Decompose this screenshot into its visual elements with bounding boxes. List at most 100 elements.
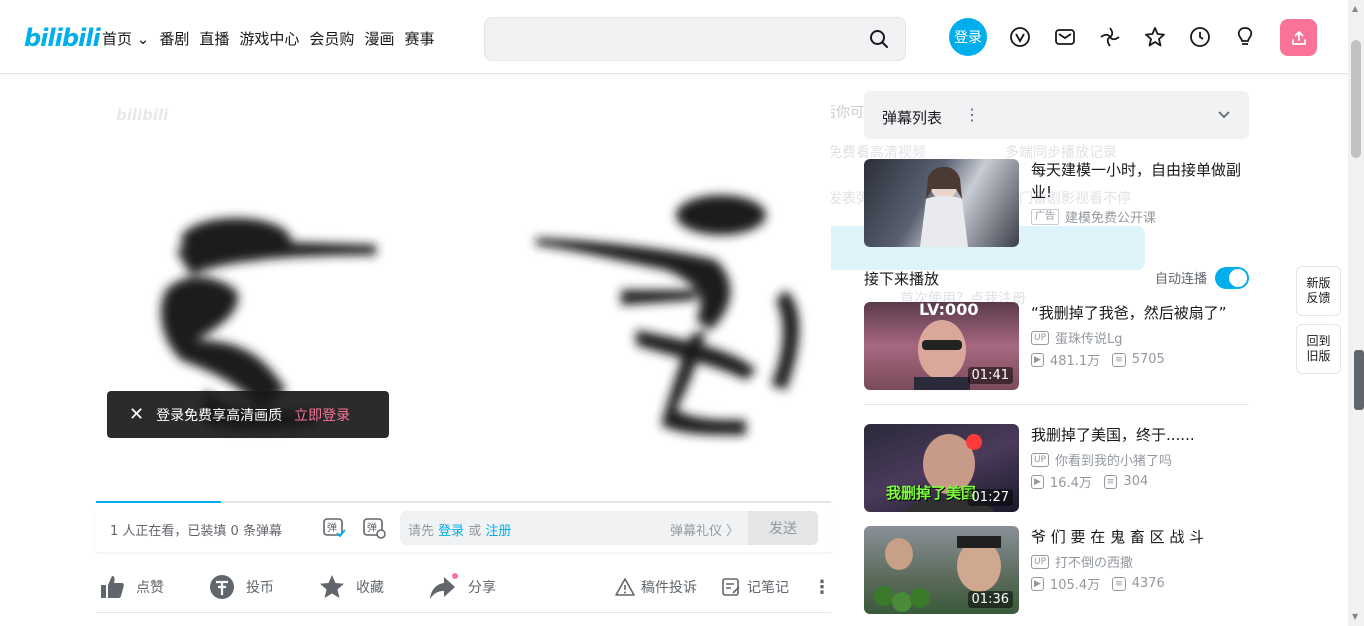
video-frame [161, 195, 800, 435]
play-count-icon: ▶ [1031, 352, 1044, 367]
viewer-count: 1 人正在看，已装填 0 条弹幕 [110, 524, 282, 539]
favorite-label: 收藏 [356, 580, 384, 596]
video-1-thumb-text: LV:000 [919, 302, 979, 319]
favorite-button[interactable]: 收藏 [318, 573, 384, 601]
share-button[interactable]: 分享 [428, 573, 496, 601]
autoplay-label: 自动连播 [1155, 272, 1208, 287]
side-scroll-widget[interactable] [1354, 350, 1364, 410]
up-icon: UP [1031, 554, 1050, 569]
nav-mall[interactable]: 会员购 [309, 28, 354, 49]
ad-card[interactable]: 每天建模一小时，自由接单做副业! 广告 建模免费公开课 [864, 159, 1249, 247]
video-2-danmaku: 304 [1123, 474, 1149, 489]
search-input[interactable] [484, 17, 906, 61]
scrollbar-thumb[interactable] [1351, 40, 1361, 158]
danmaku-input[interactable]: 请先 登录 或 注册 弹幕礼仪 〉 发送 [400, 511, 818, 545]
more-vertical-icon[interactable]: ⋮ [964, 105, 980, 124]
back-to-old-version-button[interactable]: 回到旧版 [1296, 324, 1341, 374]
video-1-up-name: 蛋珠传说Lg [1055, 332, 1123, 347]
prompt-or: 或 [464, 524, 486, 539]
upload-button[interactable] [1280, 19, 1317, 56]
message-icon[interactable] [1054, 26, 1076, 48]
video-3-uploader[interactable]: UP 打不倒の西撒 [1031, 552, 1133, 571]
report-label: 稿件投诉 [641, 580, 697, 596]
search-icon[interactable] [869, 29, 889, 49]
video-1-danmaku: 5705 [1131, 352, 1165, 367]
close-icon[interactable]: ✕ [129, 404, 144, 425]
ad-source: 建模免费公开课 [1065, 211, 1157, 226]
video-3-title[interactable]: 爷 们 要 在 鬼 畜 区 战 斗 [1031, 526, 1249, 548]
coin-icon [210, 575, 234, 599]
thumb-up-icon [101, 576, 124, 598]
video-2-uploader[interactable]: UP 你看到我的小猪了吗 [1031, 450, 1172, 469]
video-2-thumbnail[interactable]: 我删掉了美国 01:27 [864, 424, 1019, 512]
ad-thumbnail[interactable] [864, 159, 1019, 247]
notes-label: 记笔记 [747, 580, 789, 596]
danmaku-count-icon: ≡ [1112, 576, 1126, 591]
danmaku-list-panel[interactable]: 弹幕列表 ⋮ [864, 91, 1249, 139]
note-icon [722, 578, 740, 596]
nav-home[interactable]: 首页 ⌄ [102, 28, 149, 49]
video-actions: 点赞 投币 收藏 分享 稿件投诉 记笔记 ⋮ [96, 563, 831, 613]
danmaku-login-link[interactable]: 登录 [438, 524, 464, 539]
svg-text:弹: 弹 [367, 521, 377, 534]
like-button[interactable]: 点赞 [98, 573, 164, 601]
nav-home-label: 首页 [102, 30, 133, 48]
up-icon: UP [1031, 330, 1050, 345]
video-2-title[interactable]: 我删掉了美国，终于...... [1031, 424, 1249, 446]
nav-live[interactable]: 直播 [199, 28, 229, 49]
top-header: bilibili 首页 ⌄ 番剧 直播 游戏中心 会员购 漫画 赛事 登录 [0, 0, 1348, 74]
video-3-thumbnail[interactable]: 01:36 [864, 526, 1019, 614]
danmaku-settings-icon[interactable]: 弹 [362, 516, 386, 540]
login-avatar-button[interactable]: 登录 [949, 18, 987, 56]
video-3-up-name: 打不倒の西撒 [1055, 556, 1134, 571]
scroll-down-arrow[interactable]: ▼ [1352, 612, 1358, 621]
danmaku-count-icon: ≡ [1103, 474, 1118, 489]
creator-bulb-icon[interactable] [1234, 26, 1256, 48]
star-icon [320, 575, 344, 598]
page-scrollbar[interactable]: ▲ ▼ [1348, 0, 1364, 626]
autoplay-toggle[interactable] [1215, 267, 1249, 289]
scroll-up-arrow[interactable]: ▲ [1352, 4, 1358, 13]
recommended-video-1[interactable]: LV:000 01:41 “我删掉了我爸，然后被扇了” UP 蛋珠传说Lg ▶ 48… [864, 302, 1249, 390]
video-1-duration: 01:41 [967, 367, 1013, 384]
video-1-stats: ▶ 481.1万 ≡ 5705 [1031, 350, 1165, 369]
video-1-uploader[interactable]: UP 蛋珠传说Lg [1031, 328, 1123, 347]
report-button[interactable]: 稿件投诉 [615, 577, 697, 597]
feedback-label: 新版反馈 [1306, 276, 1331, 305]
recommended-video-3[interactable]: 01:36 爷 们 要 在 鬼 畜 区 战 斗 UP 打不倒の西撒 ▶ 105.4万… [864, 526, 1249, 614]
video-3-stats: ▶ 105.4万 ≡ 4376 [1031, 574, 1165, 593]
old-version-label: 回到旧版 [1306, 334, 1331, 363]
like-label: 点赞 [136, 580, 164, 596]
video-1-thumbnail[interactable]: LV:000 01:41 [864, 302, 1019, 390]
coin-button[interactable]: 投币 [208, 573, 274, 601]
more-menu-icon[interactable]: ⋮ [813, 577, 831, 598]
nav-manga[interactable]: 漫画 [364, 28, 394, 49]
favorite-star-icon[interactable] [1144, 26, 1166, 48]
share-label: 分享 [468, 580, 496, 596]
up-icon: UP [1031, 452, 1050, 467]
ad-title[interactable]: 每天建模一小时，自由接单做副业! [1031, 159, 1249, 203]
chevron-down-icon[interactable] [1217, 107, 1231, 121]
vip-icon[interactable] [1009, 26, 1031, 48]
dynamic-icon[interactable] [1099, 26, 1121, 48]
video-player[interactable]: bilibili [96, 90, 831, 503]
ad-thumb-figure [920, 166, 968, 247]
history-clock-icon[interactable] [1189, 26, 1211, 48]
nav-anime[interactable]: 番剧 [159, 28, 189, 49]
recommended-video-2[interactable]: 我删掉了美国 01:27 我删掉了美国，终于...... UP 你看到我的小猪了吗… [864, 424, 1249, 512]
hd-toast-login-link[interactable]: 立即登录 [294, 405, 350, 425]
danmaku-send-button[interactable]: 发送 [748, 511, 818, 545]
danmaku-bar: 1 人正在看，已装填 0 条弹幕 弹 弹 请先 登录 或 注册 弹幕礼仪 〉 发… [96, 503, 831, 553]
play-count-icon: ▶ [1031, 576, 1044, 591]
danmaku-toggle-icon[interactable]: 弹 [322, 516, 346, 540]
chevron-down-icon: ⌄ [136, 30, 150, 48]
nav-game-center[interactable]: 游戏中心 [239, 28, 299, 49]
new-version-feedback-button[interactable]: 新版反馈 [1296, 266, 1341, 316]
hd-toast-text: 登录免费享高清画质 [156, 407, 283, 424]
notes-button[interactable]: 记笔记 [721, 577, 789, 597]
video-1-title[interactable]: “我删掉了我爸，然后被扇了” [1031, 302, 1249, 324]
danmaku-register-link[interactable]: 注册 [485, 524, 511, 539]
danmaku-etiquette-link[interactable]: 弹幕礼仪 〉 [670, 520, 739, 539]
bilibili-logo[interactable]: bilibili [24, 24, 101, 52]
nav-esports[interactable]: 赛事 [404, 28, 434, 49]
